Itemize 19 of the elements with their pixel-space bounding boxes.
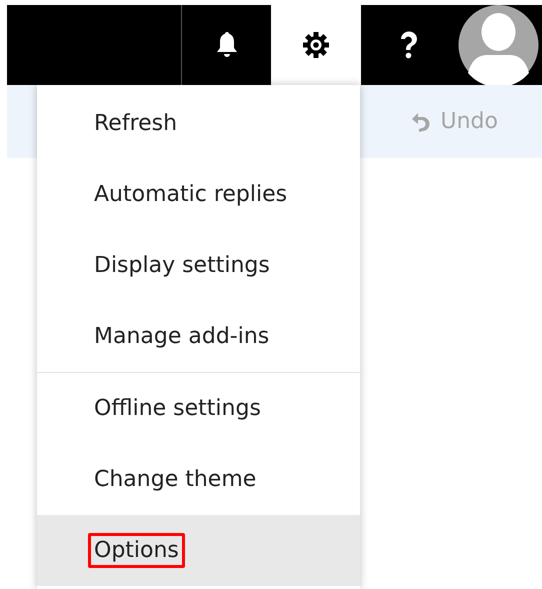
menu-item-label: Options [88, 533, 185, 568]
menu-item[interactable]: Automatic replies [37, 159, 360, 230]
bell-button[interactable] [182, 5, 271, 85]
menu-item[interactable]: Change theme [37, 444, 360, 515]
bell-icon [216, 31, 238, 59]
help-button[interactable] [361, 5, 456, 85]
menu-item-label: Change theme [93, 466, 258, 494]
menu-item-label: Manage add-ins [93, 323, 270, 351]
menu-item-label: Automatic replies [93, 181, 288, 209]
settings-icon [302, 31, 330, 59]
menu-item[interactable]: Offline settings [37, 373, 360, 444]
menu-item[interactable]: Refresh [37, 88, 360, 159]
menu-item-label: Refresh [93, 110, 178, 138]
menu-item-label: Display settings [93, 252, 271, 280]
menu-item[interactable]: Options [37, 515, 360, 586]
menu-item[interactable]: Manage add-ins [37, 301, 360, 372]
avatar-button[interactable] [456, 5, 542, 85]
menu-item-label: Offline settings [93, 395, 262, 423]
menu-item[interactable]: Display settings [37, 230, 360, 301]
